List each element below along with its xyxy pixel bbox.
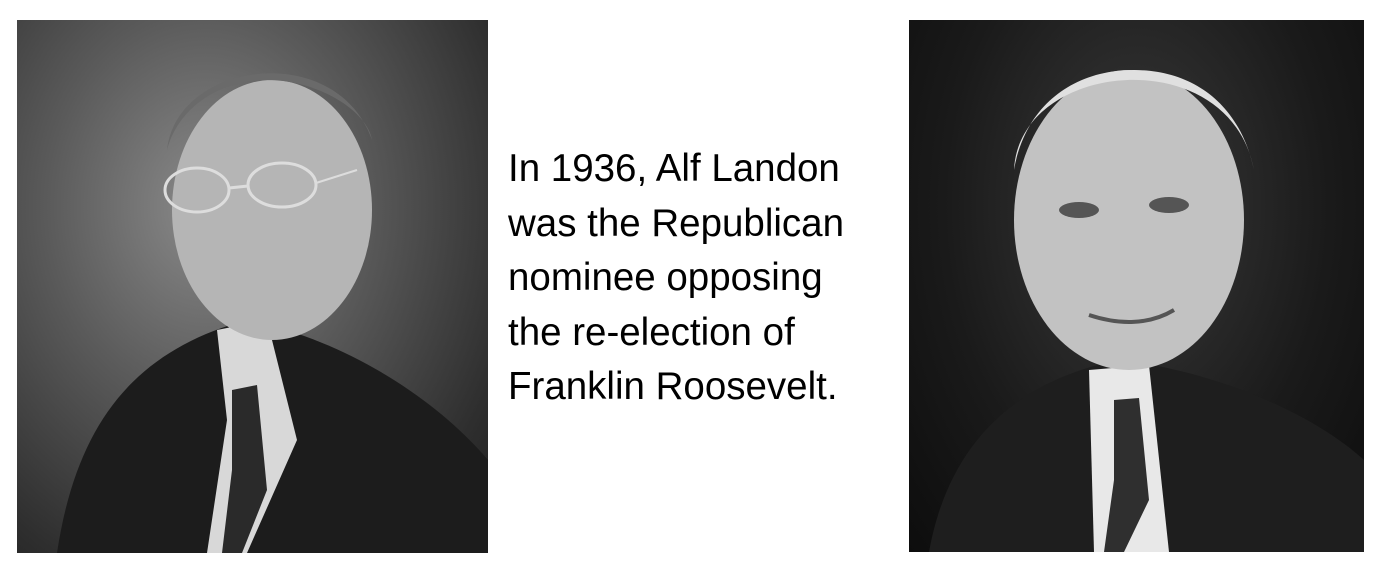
franklin-roosevelt-portrait: [909, 20, 1364, 552]
caption-line: the re-election of: [508, 310, 795, 354]
alf-landon-portrait: [17, 20, 488, 553]
caption-line: Franklin Roosevelt.: [508, 365, 838, 408]
caption-line: was the Republican: [508, 201, 845, 245]
caption-line: nominee opposing: [508, 256, 823, 299]
caption-line: In 1936, Alf Landon: [508, 147, 840, 190]
slide-caption: In 1936, Alf Landon was the Republican n…: [508, 142, 844, 415]
